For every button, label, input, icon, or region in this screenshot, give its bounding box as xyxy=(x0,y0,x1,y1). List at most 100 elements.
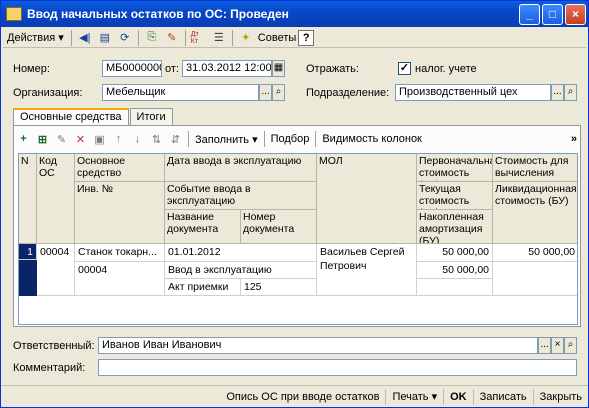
organization-search-icon[interactable]: ⌕ xyxy=(272,84,285,101)
copy-row-icon[interactable]: ⊞ xyxy=(34,131,51,147)
advice-icon[interactable]: ✦ xyxy=(237,30,255,46)
col-header-accum-amort[interactable]: Накопленная амортизация (БУ) xyxy=(417,210,493,244)
responsible-label: Ответственный: xyxy=(13,340,95,352)
help-button[interactable]: ? xyxy=(298,29,315,46)
toolbar-separator xyxy=(188,131,189,147)
col-header-current-cost[interactable]: Текущая стоимость (БУ) xyxy=(417,182,493,210)
cell-liquid-cost[interactable] xyxy=(493,262,577,296)
minimize-button[interactable]: _ xyxy=(519,3,540,25)
cell-cost-for[interactable]: 50 000,00 xyxy=(493,244,577,262)
cell-mol[interactable]: Васильев Сергей Петрович xyxy=(317,244,417,296)
tax-accounting-checkbox[interactable]: ✓ xyxy=(398,62,411,75)
column-visibility-button[interactable]: Видимость колонок xyxy=(319,133,425,145)
number-label: Номер: xyxy=(13,63,50,75)
responsible-select-button[interactable]: ... xyxy=(538,337,551,354)
edit-row-icon[interactable]: ✎ xyxy=(53,131,70,147)
division-label: Подразделение: xyxy=(306,87,390,99)
tab-fixed-assets[interactable]: Основные средства xyxy=(13,108,129,126)
col-header-liquid-cost[interactable]: Ликвидационная стоимость (БУ) xyxy=(493,182,577,244)
tax-accounting-label: налог. учете xyxy=(415,63,477,75)
toolbar-separator xyxy=(70,29,72,46)
toolbar-separator xyxy=(263,131,265,147)
add-row-icon[interactable]: + xyxy=(15,131,32,147)
col-header-event[interactable]: Событие ввода в эксплуатацию xyxy=(165,182,317,210)
cell-initial-cost[interactable]: 50 000,00 xyxy=(417,244,493,262)
structure-icon[interactable]: ▤ xyxy=(96,30,114,46)
number-field[interactable]: МБ0000000 xyxy=(102,60,162,77)
delete-row-icon[interactable]: ✕ xyxy=(72,131,89,147)
opis-os-button[interactable]: Опись ОС при вводе остатков xyxy=(220,388,387,405)
cell-asset[interactable]: Станок токарн... xyxy=(75,244,165,262)
responsible-field[interactable]: Иванов Иван Иванович xyxy=(98,337,538,354)
cell-accum-amort[interactable] xyxy=(417,279,493,296)
col-header-mol[interactable]: МОЛ xyxy=(317,154,417,244)
dt-kt-icon[interactable]: Дт Кт xyxy=(190,30,208,46)
bottom-bar: Опись ОС при вводе остатков Печать ▾ OK … xyxy=(1,385,588,407)
col-header-n[interactable]: N xyxy=(19,154,37,244)
date-from-label: от: xyxy=(165,63,179,75)
fill-button[interactable]: Заполнить ▾ xyxy=(192,133,261,146)
tab-totals[interactable]: Итоги xyxy=(129,108,173,126)
ok-button[interactable]: OK xyxy=(444,388,474,405)
col-header-initial-cost[interactable]: Первоначальная стоимость (БУ) xyxy=(417,154,493,182)
report-icon[interactable]: ☰ xyxy=(210,30,228,46)
toolbar-separator xyxy=(231,29,233,46)
col-header-inv[interactable]: Инв. № xyxy=(75,182,165,244)
toolbar-separator xyxy=(184,29,186,46)
date-field[interactable]: 31.03.2012 12:00 xyxy=(182,60,272,77)
copy-document-icon[interactable]: ⎘ xyxy=(143,30,161,46)
responsible-clear-icon[interactable]: × xyxy=(551,337,564,354)
cell-doc-name[interactable]: Акт приемки xyxy=(165,279,241,296)
unpost-icon[interactable]: ✎ xyxy=(163,30,181,46)
comment-label: Комментарий: xyxy=(13,362,86,374)
more-actions-button[interactable]: » xyxy=(568,133,580,145)
move-down-icon[interactable]: ↓ xyxy=(129,131,146,147)
cell-inv[interactable]: 00004 xyxy=(75,262,165,296)
sort-desc-icon[interactable]: ⇵ xyxy=(167,131,184,147)
cell-n[interactable]: 1 xyxy=(19,244,37,260)
document-window: Ввод начальных остатков по ОС: Проведен … xyxy=(0,0,589,408)
move-up-icon[interactable]: ↑ xyxy=(110,131,127,147)
organization-label: Организация: xyxy=(13,87,83,99)
cell-code[interactable]: 00004 xyxy=(37,244,75,296)
responsible-search-icon[interactable]: ⌕ xyxy=(564,337,577,354)
cell-doc-num[interactable]: 125 xyxy=(241,279,317,296)
sort-asc-icon[interactable]: ⇅ xyxy=(148,131,165,147)
col-header-date-in[interactable]: Дата ввода в эксплуатацию xyxy=(165,154,317,182)
save-button[interactable]: Записать xyxy=(474,388,534,405)
select-button[interactable]: Подбор xyxy=(268,133,313,145)
fixed-assets-table[interactable]: N Код ОС Основное средство Инв. № Дата в… xyxy=(18,153,578,325)
close-form-button[interactable]: Закрыть xyxy=(534,389,588,405)
print-button[interactable]: Печать ▾ xyxy=(386,388,445,405)
table-toolbar: + ⊞ ✎ ✕ ▣ ↑ ↓ ⇅ ⇵ Заполнить ▾ Подбор Вид… xyxy=(14,128,580,150)
organization-field[interactable]: Мебельщик xyxy=(102,84,259,101)
window-title: Ввод начальных остатков по ОС: Проведен xyxy=(27,7,289,21)
col-header-doc-name[interactable]: Название документа xyxy=(165,210,241,244)
main-toolbar: Действия ▾ ◀| ▤ ⟳ ⎘ ✎ Дт Кт ☰ ✦ Советы ? xyxy=(3,28,586,48)
comment-field[interactable] xyxy=(98,359,577,376)
end-edit-icon[interactable]: ▣ xyxy=(91,131,108,147)
cell-date-in[interactable]: 01.01.2012 xyxy=(165,244,317,262)
reflect-label: Отражать: xyxy=(306,63,359,75)
cell-event[interactable]: Ввод в эксплуатацию xyxy=(165,262,317,279)
refresh-icon[interactable]: ⟳ xyxy=(116,30,134,46)
advice-button[interactable]: Советы xyxy=(256,32,298,44)
goto-previous-icon[interactable]: ◀| xyxy=(76,30,94,46)
col-header-code[interactable]: Код ОС xyxy=(37,154,75,244)
toolbar-separator xyxy=(315,131,317,147)
close-button[interactable]: × xyxy=(565,3,586,25)
division-field[interactable]: Производственный цех xyxy=(395,84,551,101)
organization-select-button[interactable]: ... xyxy=(259,84,272,101)
cell-current-cost[interactable]: 50 000,00 xyxy=(417,262,493,279)
document-icon xyxy=(6,7,22,21)
division-select-button[interactable]: ... xyxy=(551,84,564,101)
maximize-button[interactable]: □ xyxy=(542,3,563,25)
actions-menu[interactable]: Действия ▾ xyxy=(3,31,68,44)
date-picker-button[interactable]: ▦ xyxy=(272,60,285,77)
col-header-doc-num[interactable]: Номер документа xyxy=(241,210,317,244)
title-bar: Ввод начальных остатков по ОС: Проведен … xyxy=(1,1,588,27)
division-search-icon[interactable]: ⌕ xyxy=(564,84,577,101)
col-header-asset[interactable]: Основное средство xyxy=(75,154,165,182)
col-header-cost-for[interactable]: Стоимость для вычисления амортизации xyxy=(493,154,577,182)
fixed-assets-panel: + ⊞ ✎ ✕ ▣ ↑ ↓ ⇅ ⇵ Заполнить ▾ Подбор Вид… xyxy=(13,125,581,327)
